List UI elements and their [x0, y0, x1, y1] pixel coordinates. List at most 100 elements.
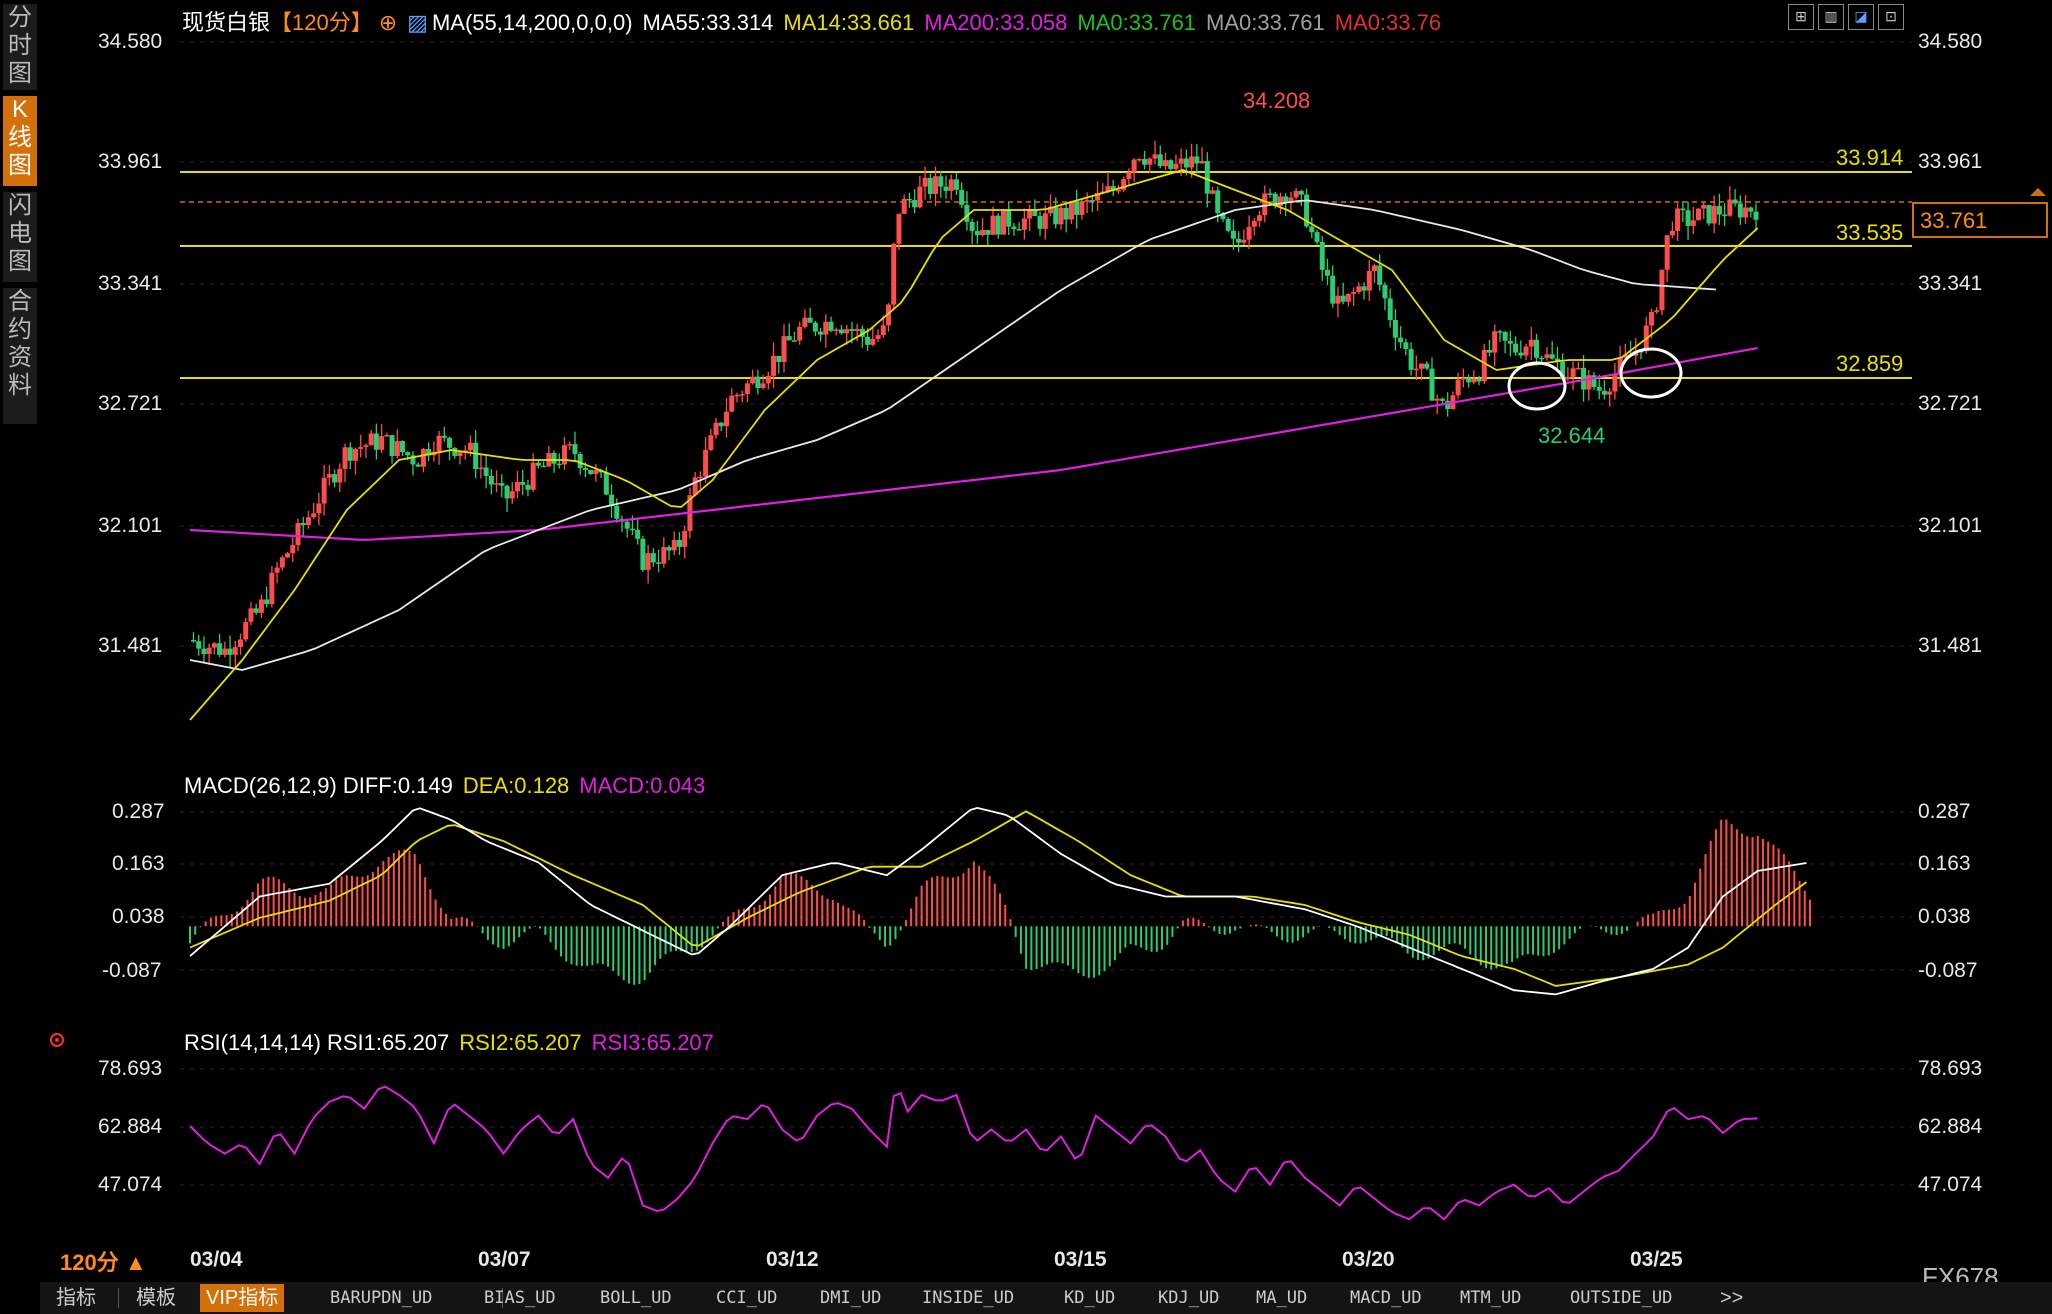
candle	[394, 429, 400, 459]
tab-barupdn[interactable]: BARUPDN_UD	[330, 1284, 432, 1312]
candle-body	[1074, 201, 1080, 215]
tab-bias[interactable]: BIAS_UD	[484, 1284, 556, 1312]
candle-body	[1434, 398, 1440, 401]
candle	[1701, 201, 1707, 220]
dea-line	[189, 810, 1808, 987]
tab-mtm[interactable]: MTM_UD	[1460, 1284, 1521, 1312]
candle-body	[844, 329, 850, 334]
ma-label[interactable]: MA(55,14,200,0,0,0)	[432, 10, 633, 35]
fullscreen-icon[interactable]: ⊡	[1878, 4, 1904, 30]
candle	[488, 469, 494, 495]
chart-canvas[interactable]: 34.580 33.961 33.341 32.721 32.101 31.48…	[0, 0, 2052, 1282]
candle-body	[1565, 376, 1571, 380]
candle	[352, 447, 358, 475]
candle-body	[530, 462, 536, 490]
candle-body	[389, 435, 395, 457]
tab-vip-indicator[interactable]: VIP指标	[200, 1284, 285, 1312]
candle-body	[520, 481, 526, 485]
candle	[1413, 355, 1419, 381]
more-tabs-button[interactable]: >>	[1720, 1284, 1743, 1312]
candle	[368, 429, 374, 446]
candle	[415, 462, 421, 467]
candle	[562, 436, 568, 470]
add-icon[interactable]: ⊕	[379, 10, 397, 35]
candle-body	[1230, 230, 1236, 239]
candle-body	[332, 474, 338, 483]
candle	[640, 535, 646, 572]
candle-body	[253, 608, 259, 613]
candle	[917, 175, 923, 209]
tab-macd[interactable]: MACD_UD	[1350, 1284, 1422, 1312]
candle-body	[483, 467, 489, 476]
candle-body	[776, 355, 782, 362]
date-axis: 03/04 03/07 03/12 03/15 03/20 03/25	[190, 1248, 1683, 1271]
candle-body	[1162, 160, 1168, 167]
double-bottom-circle-2	[1619, 347, 1683, 399]
candle-body	[504, 485, 510, 499]
candle	[1528, 327, 1534, 361]
candle-body	[729, 395, 735, 412]
tab-kdj[interactable]: KDJ_UD	[1158, 1284, 1219, 1312]
candle-body	[196, 641, 202, 649]
candle	[896, 213, 902, 251]
tab-boll[interactable]: BOLL_UD	[600, 1284, 672, 1312]
candle-body	[1340, 295, 1346, 302]
tab-inside[interactable]: INSIDE_UD	[922, 1284, 1014, 1312]
candle	[1136, 158, 1142, 162]
tab-outside[interactable]: OUTSIDE_UD	[1570, 1284, 1672, 1312]
candle-body	[556, 463, 562, 466]
candle-body	[1732, 199, 1738, 204]
tab-template[interactable]: 模板	[136, 1284, 176, 1312]
candle-body	[1544, 354, 1550, 359]
candle-body	[980, 229, 986, 236]
candle	[995, 213, 1001, 239]
date-tick: 03/12	[766, 1248, 819, 1271]
macd-title[interactable]: MACD(26,12,9)	[184, 773, 337, 798]
candle	[729, 388, 735, 413]
rsi-title[interactable]: RSI(14,14,14)	[184, 1030, 321, 1055]
candle	[509, 482, 515, 504]
candle	[593, 463, 599, 482]
rsi2-value: RSI2:65.207	[459, 1030, 582, 1055]
rsi-tick: 47.074	[98, 1173, 163, 1196]
candle	[1743, 195, 1749, 224]
candle-body	[1696, 208, 1702, 221]
chart-icon[interactable]: ◪	[1848, 4, 1874, 30]
gear-icon[interactable]	[50, 1033, 64, 1047]
tab-ma[interactable]: MA_UD	[1256, 1284, 1307, 1312]
candle-body	[697, 476, 703, 479]
candle-body	[1063, 207, 1069, 220]
period-selector[interactable]: 120分 ▲	[60, 1250, 147, 1275]
candle	[807, 307, 813, 323]
candle	[541, 461, 547, 468]
candle-body	[828, 321, 834, 331]
candle	[959, 182, 965, 209]
candle-body	[1178, 158, 1184, 164]
candle-body	[953, 179, 959, 190]
candle-body	[1330, 275, 1336, 304]
candle	[290, 535, 296, 563]
grid-icon[interactable]: ⊞	[1788, 4, 1814, 30]
candle-body	[917, 186, 923, 208]
candle-body	[1147, 158, 1153, 165]
candle-body	[786, 336, 792, 341]
candle	[347, 442, 353, 470]
candle	[1372, 263, 1378, 283]
candle-body	[1413, 368, 1419, 371]
candle	[1283, 193, 1289, 217]
tab-indicator[interactable]: 指标	[56, 1284, 96, 1312]
tab-cci[interactable]: CCI_UD	[716, 1284, 777, 1312]
candle	[1147, 157, 1153, 174]
candle	[567, 441, 573, 451]
macd-tick: -0.087	[102, 959, 162, 982]
columns-icon[interactable]: ▥	[1818, 4, 1844, 30]
candle-body	[535, 462, 541, 466]
candle-body	[190, 640, 196, 642]
candle	[609, 484, 615, 518]
tab-dmi[interactable]: DMI_UD	[820, 1284, 881, 1312]
candle	[645, 544, 651, 584]
candle	[1502, 331, 1508, 354]
tab-kd[interactable]: KD_UD	[1064, 1284, 1115, 1312]
candle	[1319, 236, 1325, 281]
level-label: 33.535	[1836, 220, 1903, 245]
